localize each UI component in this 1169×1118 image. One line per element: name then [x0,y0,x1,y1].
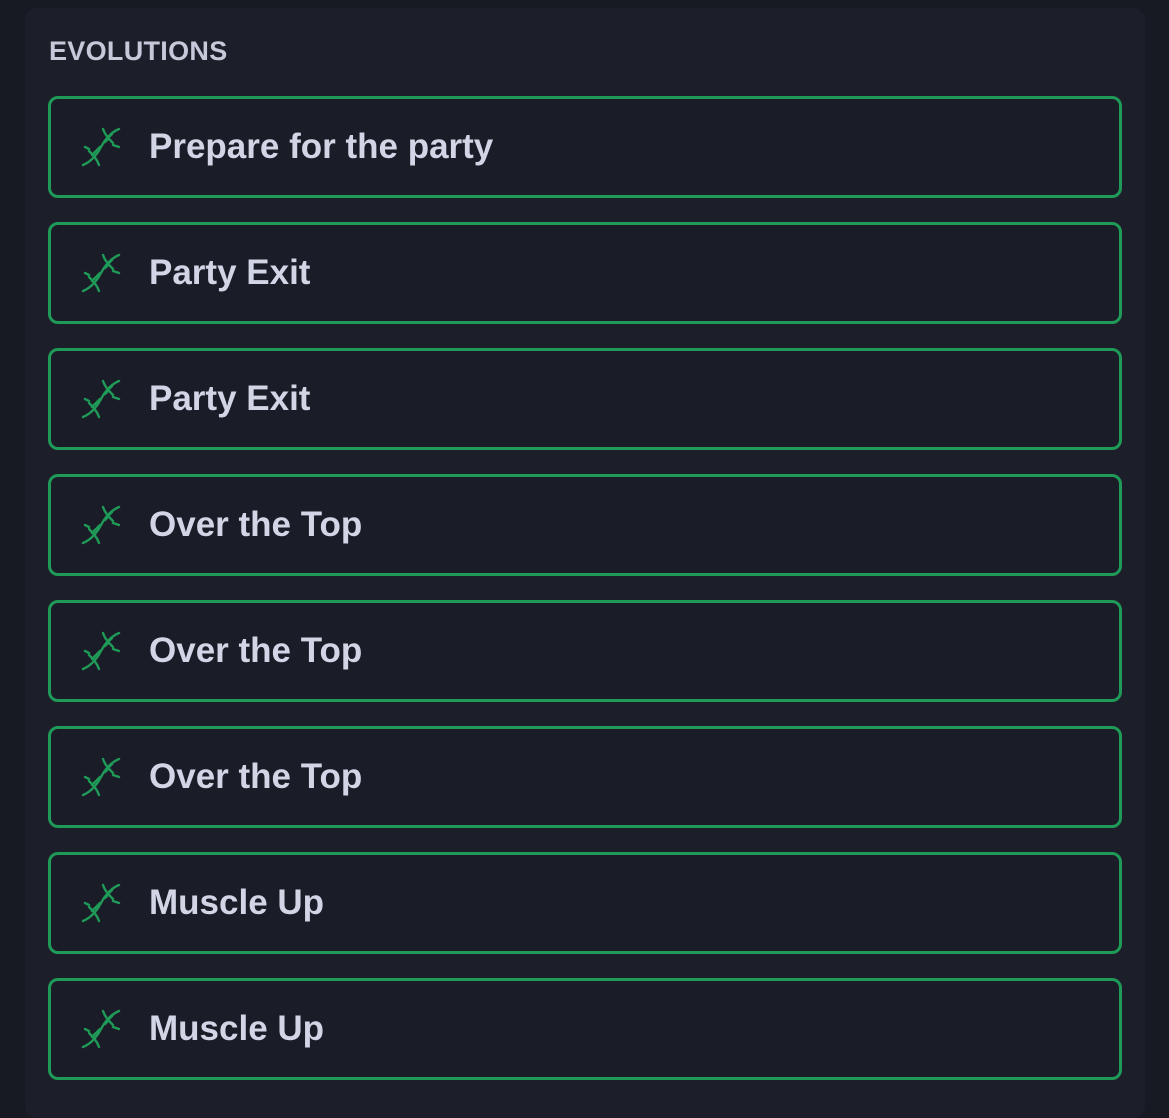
evolutions-list: Prepare for the party Party Exit Party E… [48,96,1122,1104]
dna-icon [79,251,123,295]
evolution-item[interactable]: Party Exit [48,348,1122,450]
dna-icon [79,1007,123,1051]
dna-icon [79,881,123,925]
evolution-label: Party Exit [149,379,311,418]
evolution-item[interactable]: Muscle Up [48,978,1122,1080]
evolution-label: Muscle Up [149,883,325,922]
evolution-item[interactable]: Muscle Up [48,852,1122,954]
evolution-item[interactable]: Over the Top [48,474,1122,576]
evolution-label: Prepare for the party [149,127,494,166]
evolutions-panel: EVOLUTIONS Prepare for the party Party E… [25,8,1145,1118]
dna-icon [79,629,123,673]
evolution-item[interactable]: Over the Top [48,726,1122,828]
dna-icon [79,503,123,547]
dna-icon [79,377,123,421]
evolution-label: Over the Top [149,757,363,796]
evolution-label: Over the Top [149,631,363,670]
dna-icon [79,125,123,169]
evolution-label: Muscle Up [149,1009,325,1048]
evolution-item[interactable]: Over the Top [48,600,1122,702]
evolution-label: Party Exit [149,253,311,292]
dna-icon [79,755,123,799]
section-title: EVOLUTIONS [49,36,228,66]
evolution-item[interactable]: Party Exit [48,222,1122,324]
evolution-item[interactable]: Prepare for the party [48,96,1122,198]
evolution-label: Over the Top [149,505,363,544]
